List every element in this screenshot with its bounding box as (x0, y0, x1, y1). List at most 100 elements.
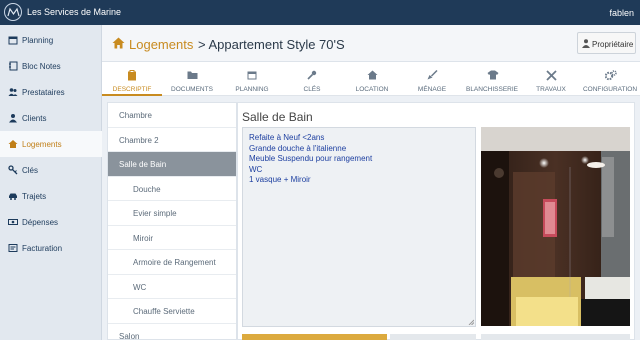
tab-bar: DESCRIPTIF DOCUMENTS PLANNING CLÉS LOCAT… (102, 62, 640, 96)
sidebar-item-cles[interactable]: Clés (0, 157, 102, 183)
room-label: Douche (133, 184, 161, 194)
sidebar-item-label: Clés (22, 166, 39, 175)
page-header: Logements > Appartement Style 70'S Propr… (102, 25, 640, 62)
room-list: Chambre Chambre 2 Salle de Bain Douche E… (107, 102, 237, 340)
room-item-chambre[interactable]: Chambre (108, 103, 236, 128)
sidebar-item-label: Dépenses (22, 218, 59, 227)
room-label: Armoire de Rangement (133, 258, 216, 267)
sidebar-item-facturation[interactable]: Facturation (0, 235, 102, 261)
description-line: 1 vasque + Miroir (249, 175, 311, 184)
tab-planning[interactable]: PLANNING (222, 62, 282, 96)
room-sub-item-miroir[interactable]: Miroir (108, 226, 236, 250)
sidebar-item-label: Logements (22, 140, 62, 149)
owner-button-label: Propriétaire (592, 40, 634, 49)
tab-label: MÉNAGE (417, 86, 447, 93)
user-icon (582, 39, 590, 48)
home-icon (112, 37, 125, 49)
room-item-salle-de-bain[interactable]: Salle de Bain (108, 152, 236, 177)
car-icon (9, 193, 17, 200)
sidebar-item-planning[interactable]: Planning (0, 27, 102, 53)
tab-descriptif[interactable]: DESCRIPTIF (102, 62, 162, 96)
room-sub-item-wc[interactable]: WC (108, 275, 236, 299)
money-icon (8, 219, 18, 225)
calendar-icon (247, 71, 257, 80)
sidebar-item-label: Trajets (22, 192, 47, 201)
description-line: Grande douche à l'italienne (249, 143, 347, 153)
sidebar: Planning Bloc Notes Prestataires Clients… (0, 25, 102, 340)
room-item-salon[interactable]: Salon (108, 324, 236, 340)
room-label: Evier simple (133, 209, 177, 218)
page-title: > Appartement Style 70'S (198, 37, 345, 52)
home-icon (8, 140, 18, 148)
owner-button[interactable]: Propriétaire (577, 32, 636, 54)
user-icon (9, 114, 17, 123)
notebook-icon (9, 61, 18, 71)
action-button-secondary[interactable] (390, 334, 476, 340)
room-title: Salle de Bain (242, 110, 313, 124)
tshirt-icon (487, 70, 499, 80)
room-detail-panel: Salle de Bain Refaite à Neuf <2ans Grand… (237, 102, 635, 340)
room-sub-item-douche[interactable]: Douche (108, 177, 236, 201)
tab-configuration[interactable]: CONFIGURATION (580, 62, 640, 96)
photo-controls[interactable] (481, 334, 630, 340)
room-label: Chambre 2 (119, 135, 159, 145)
people-icon (8, 88, 18, 96)
cogs-icon (605, 70, 617, 81)
sidebar-item-depenses[interactable]: Dépenses (0, 209, 102, 235)
sidebar-item-label: Prestataires (22, 88, 65, 97)
resize-handle-icon[interactable] (468, 319, 474, 325)
tab-label: PLANNING (235, 86, 269, 93)
room-label: Chauffe Serviette (133, 307, 195, 316)
sidebar-item-label: Planning (22, 36, 54, 45)
tab-label: DOCUMENTS (171, 86, 213, 93)
key-icon (8, 165, 18, 175)
clipboard-icon (128, 70, 136, 81)
sidebar-item-label: Clients (22, 114, 47, 123)
sidebar-item-prestataires[interactable]: Prestataires (0, 79, 102, 105)
key-icon (307, 70, 317, 80)
folder-icon (187, 71, 198, 79)
calendar-icon (8, 36, 18, 45)
room-label: Chambre (119, 111, 152, 120)
sidebar-item-label: Bloc Notes (22, 62, 61, 71)
sidebar-item-logements[interactable]: Logements (0, 131, 102, 157)
room-label: Miroir (133, 233, 153, 243)
sidebar-item-trajets[interactable]: Trajets (0, 183, 102, 209)
tab-cles[interactable]: CLÉS (282, 62, 342, 96)
tab-blanchisserie[interactable]: BLANCHISSERIE (462, 62, 522, 96)
user-menu[interactable]: fablen (609, 8, 634, 18)
home-icon (367, 70, 378, 80)
room-label: Salle de Bain (119, 160, 167, 169)
description-line: WC (249, 164, 263, 174)
sidebar-item-bloc-notes[interactable]: Bloc Notes (0, 53, 102, 79)
tab-travaux[interactable]: TRAVAUX (522, 62, 580, 96)
tab-label: LOCATION (355, 86, 389, 93)
tab-location[interactable]: LOCATION (342, 62, 402, 96)
description-line: Meuble Suspendu pour rangement (249, 154, 373, 163)
top-bar: Les Services de Marine fablen (0, 0, 640, 25)
broom-icon (427, 70, 438, 80)
description-textarea[interactable]: Refaite à Neuf <2ans Grande douche à l'i… (242, 127, 476, 327)
app-logo[interactable] (4, 3, 22, 21)
sidebar-item-label: Facturation (22, 244, 63, 253)
tools-icon (546, 70, 557, 81)
room-item-chambre-2[interactable]: Chambre 2 (108, 128, 236, 152)
room-sub-item-evier-simple[interactable]: Evier simple (108, 201, 236, 226)
room-photo[interactable] (481, 127, 630, 326)
tab-label: CONFIGURATION (582, 86, 638, 93)
tab-menage[interactable]: MÉNAGE (402, 62, 462, 96)
room-sub-item-armoire[interactable]: Armoire de Rangement (108, 250, 236, 275)
room-sub-item-chauffe-serviette[interactable]: Chauffe Serviette (108, 299, 236, 324)
tab-label: BLANCHISSERIE (465, 86, 519, 93)
sidebar-item-clients[interactable]: Clients (0, 105, 102, 131)
room-label: WC (133, 282, 147, 292)
breadcrumb-logements-link[interactable]: Logements (129, 37, 193, 52)
room-label: Salon (119, 331, 140, 340)
app-title: Les Services de Marine (27, 7, 122, 17)
invoice-icon (8, 244, 18, 252)
action-button-primary[interactable] (242, 334, 387, 340)
tab-documents[interactable]: DOCUMENTS (162, 62, 222, 96)
tab-label: CLÉS (303, 86, 321, 93)
tab-label: TRAVAUX (536, 86, 566, 93)
description-line: Refaite à Neuf <2ans (249, 133, 325, 142)
